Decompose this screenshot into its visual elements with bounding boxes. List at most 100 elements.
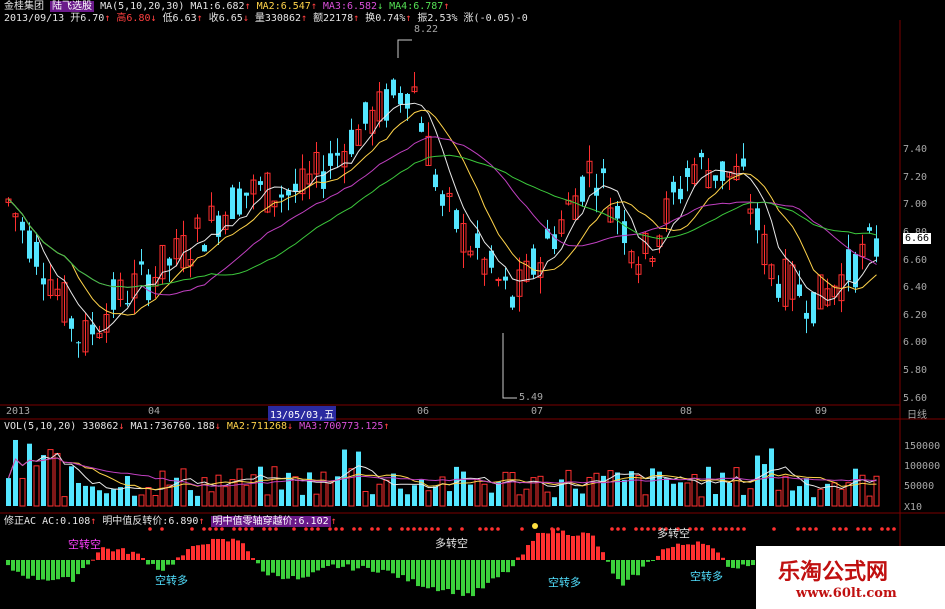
volume-ma-lines (8, 452, 877, 491)
candle-body-down (328, 153, 333, 166)
volume-bar-down (307, 472, 312, 506)
ac-bar-up (541, 532, 545, 560)
volume-bar-up (684, 482, 691, 507)
ac-bar-up (671, 546, 675, 560)
candle-body-down (671, 181, 676, 193)
volume-bar-down (104, 493, 109, 506)
volume-bar-down (132, 495, 137, 506)
ac-bar-down (631, 560, 635, 575)
ac-dot (724, 527, 728, 531)
ac-bar-down (436, 560, 440, 592)
ac-bar-up (101, 547, 105, 560)
volume-bar-up (215, 474, 222, 507)
ac-dot (418, 527, 422, 531)
ac-bar-up (546, 533, 550, 560)
volume-bar-up (383, 479, 390, 507)
period-label[interactable]: 日线 (907, 406, 927, 421)
candle-body-down (713, 175, 718, 181)
ac-bar-down (426, 560, 430, 589)
volume-bar-up (537, 475, 544, 507)
ac-bar-down (456, 560, 460, 590)
volume-bar-up (180, 468, 187, 507)
volume-bar-up (782, 475, 789, 507)
ac-bar-up (686, 544, 690, 560)
ac-bar-down (626, 560, 630, 580)
volume-bar-down (762, 464, 767, 506)
volume-bar-up (474, 478, 481, 507)
candle-body-down (433, 174, 438, 188)
ac-bar-down (31, 560, 35, 576)
ac-bar-down (506, 560, 510, 573)
ac-bar-up (176, 557, 180, 560)
ac-bar-down (346, 560, 350, 565)
volume-bar-up (222, 486, 229, 507)
candle-body-down (391, 79, 396, 96)
ac-bar-up (716, 552, 720, 560)
ac-bar-up (526, 545, 530, 560)
volume-bar-down (97, 490, 102, 506)
ac-bar-up (676, 543, 680, 560)
volume-bar-down (706, 466, 711, 506)
ac-bar-down (151, 560, 155, 564)
candle-body-down (349, 129, 354, 155)
watermark-box: 乐淘公式网 www.60lt.com (756, 546, 945, 609)
volume-header: VOL(5,10,20) 330862↓ MA1:736760.188↓ MA2… (4, 421, 390, 432)
ac-bar-down (266, 560, 270, 576)
volume-bar-down (741, 494, 746, 506)
ac-dot (646, 527, 650, 531)
candle-body-down (363, 102, 368, 124)
ac-bar-up (121, 548, 125, 560)
ac-dot (736, 527, 740, 531)
ac-bar-up (216, 538, 220, 560)
ac-bar-up (701, 543, 705, 560)
volume-bar-up (313, 493, 320, 507)
indicator-reverse-price: 明中值反转价:6.890 (102, 516, 199, 527)
ac-bar-down (351, 560, 355, 571)
volume-bar-up (838, 488, 845, 507)
ac-bar-down (431, 560, 435, 588)
ac-bar-down (41, 560, 45, 580)
volume-bar-up (425, 490, 432, 507)
price-tick: 5.60 (903, 392, 928, 404)
volume-bar-up (698, 496, 705, 507)
ac-dot (430, 527, 434, 531)
volume-tick: 100000 (904, 461, 941, 472)
candle-body-down (797, 284, 802, 296)
ac-bar-up (566, 534, 570, 560)
ac-bar-up (231, 538, 235, 560)
low-marker-line (502, 333, 517, 399)
volume-bar-up (481, 483, 488, 507)
candle-body-down (27, 230, 32, 259)
ac-dot (520, 527, 524, 531)
ac-dot (388, 527, 392, 531)
ac-bar-down (466, 560, 470, 594)
ac-bar-down (36, 560, 40, 580)
volume-bar-down (664, 478, 669, 506)
candle-body-down (678, 188, 683, 200)
volume-bar-down (195, 495, 200, 506)
volume-bar-down (83, 485, 88, 506)
candle-body-down (503, 276, 508, 281)
volume-bar-up (523, 488, 530, 507)
ac-bar-up (551, 528, 555, 560)
volume-bar-down (727, 482, 732, 506)
ac-dot (838, 527, 842, 531)
time-tick: 08 (680, 406, 693, 417)
ac-bar-down (311, 560, 315, 573)
ac-bar-down (256, 560, 260, 564)
ac-dot (436, 527, 440, 531)
volume-bar-up (509, 472, 516, 507)
ac-bar-down (331, 560, 335, 565)
time-tick: 04 (148, 406, 161, 417)
price-tick: 7.20 (903, 171, 928, 183)
candle-body-down (69, 318, 74, 329)
volume-bar-down (447, 491, 452, 506)
volume-bar-down (811, 497, 816, 506)
volume-bar-up (236, 468, 243, 507)
ac-bar-up (206, 544, 210, 560)
ac-bar-up (251, 558, 255, 560)
ac-bar-up (601, 552, 605, 560)
ac-bar-down (321, 560, 325, 568)
ac-bar-down (736, 560, 740, 569)
ac-bar-up (591, 535, 595, 560)
